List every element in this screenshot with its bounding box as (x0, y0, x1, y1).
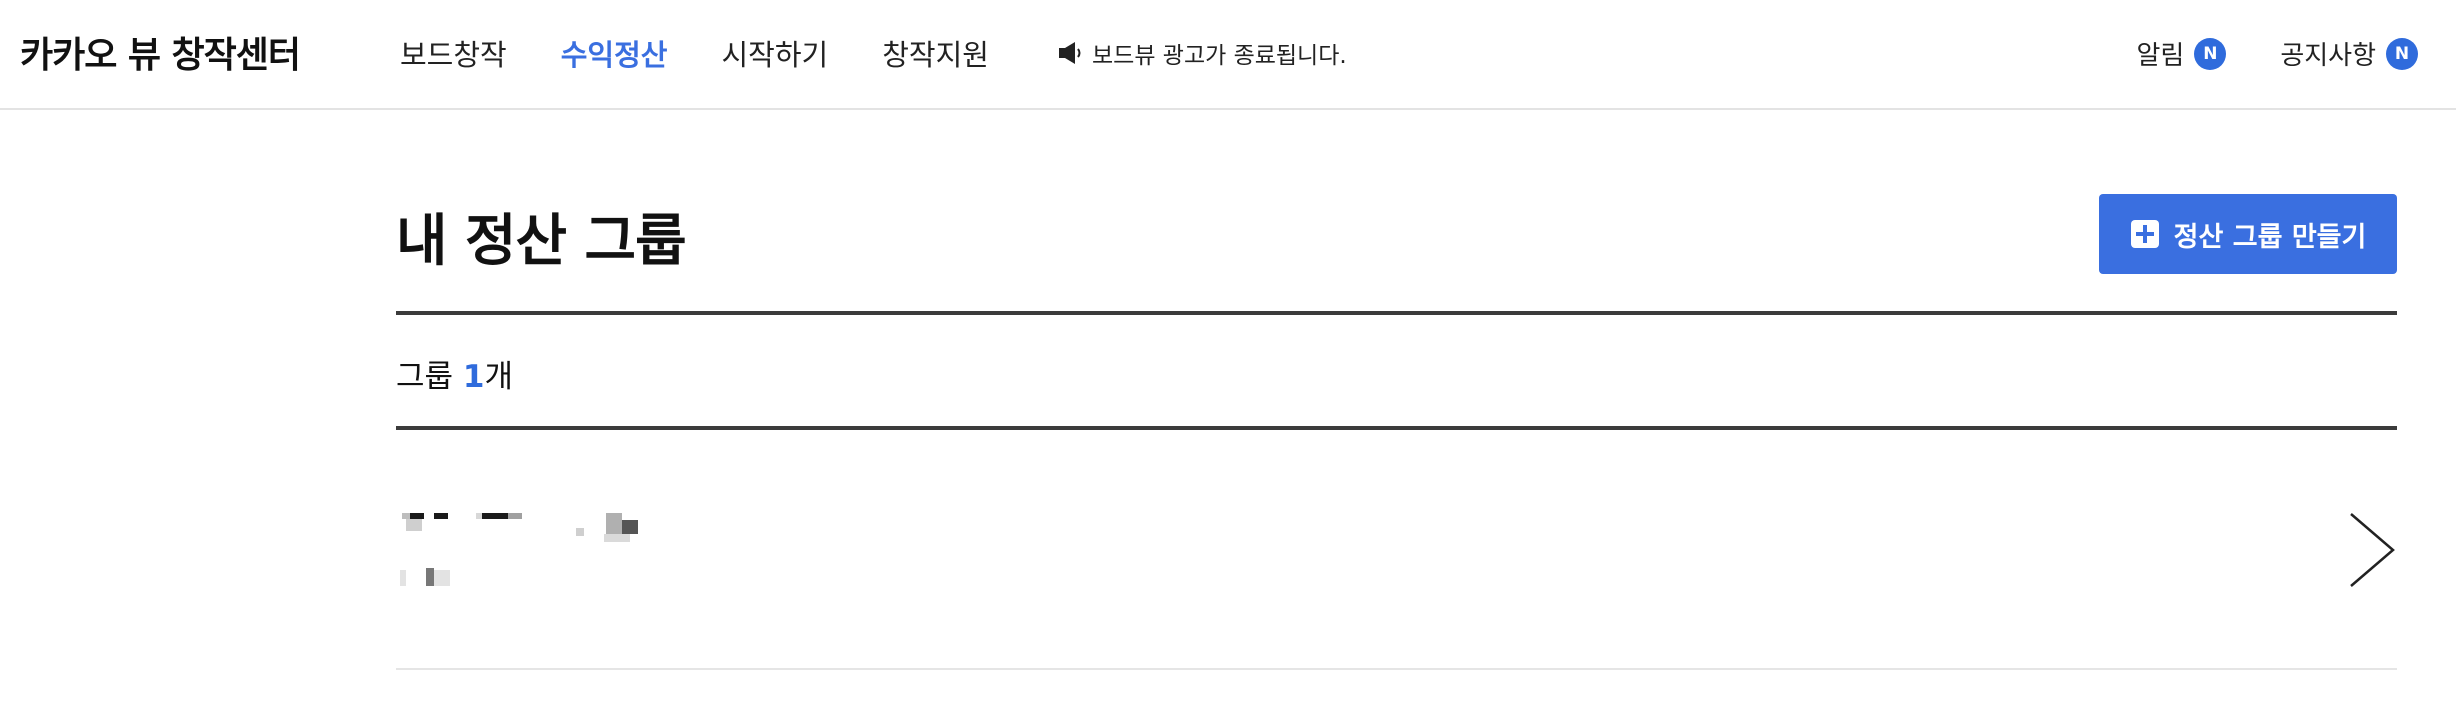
group-count-suffix: 개 (484, 359, 514, 395)
header-utility: 알림 N 공지사항 N (2082, 35, 2418, 72)
page-title: 내 정산 그룹 (396, 209, 687, 274)
create-group-button[interactable]: 정산 그룹 만들기 (2099, 194, 2397, 274)
group-count: 그룹 1개 (396, 351, 513, 396)
chevron-right-icon[interactable] (2347, 510, 2397, 590)
create-group-label: 정산 그룹 만들기 (2173, 221, 2367, 253)
alerts-link[interactable]: 알림 N (2136, 35, 2227, 72)
announcements-label: 공지사항 (2280, 41, 2376, 71)
redacted-group-name (400, 513, 638, 586)
alerts-new-badge: N (2194, 37, 2227, 70)
notice-banner[interactable]: 보드뷰 광고가 종료됩니다. (1058, 36, 1347, 70)
nav-item-creator-support[interactable]: 창작지원 (882, 32, 989, 74)
announcements-new-badge: N (2386, 37, 2418, 70)
nav-item-board-create[interactable]: 보드창작 (400, 32, 507, 74)
group-count-number: 1 (462, 359, 485, 395)
announcements-link[interactable]: 공지사항 N (2280, 35, 2418, 72)
speaker-icon (1059, 42, 1081, 64)
group-row[interactable] (396, 430, 2397, 670)
nav-item-revenue[interactable]: 수익정산 (561, 32, 668, 74)
site-logo[interactable]: 카카오 뷰 창작센터 (20, 26, 301, 78)
nav-item-getting-started[interactable]: 시작하기 (721, 32, 828, 74)
divider-top (396, 311, 2397, 315)
group-count-prefix: 그룹 (396, 359, 463, 395)
alerts-label: 알림 (2136, 41, 2185, 71)
top-header: 카카오 뷰 창작센터 보드창작 수익정산 시작하기 창작지원 보드뷰 광고가 종… (0, 0, 2456, 110)
notice-text: 보드뷰 광고가 종료됩니다. (1092, 43, 1347, 69)
plus-square-icon (2130, 220, 2159, 248)
main-nav: 보드창작 수익정산 시작하기 창작지원 (400, 32, 1043, 74)
